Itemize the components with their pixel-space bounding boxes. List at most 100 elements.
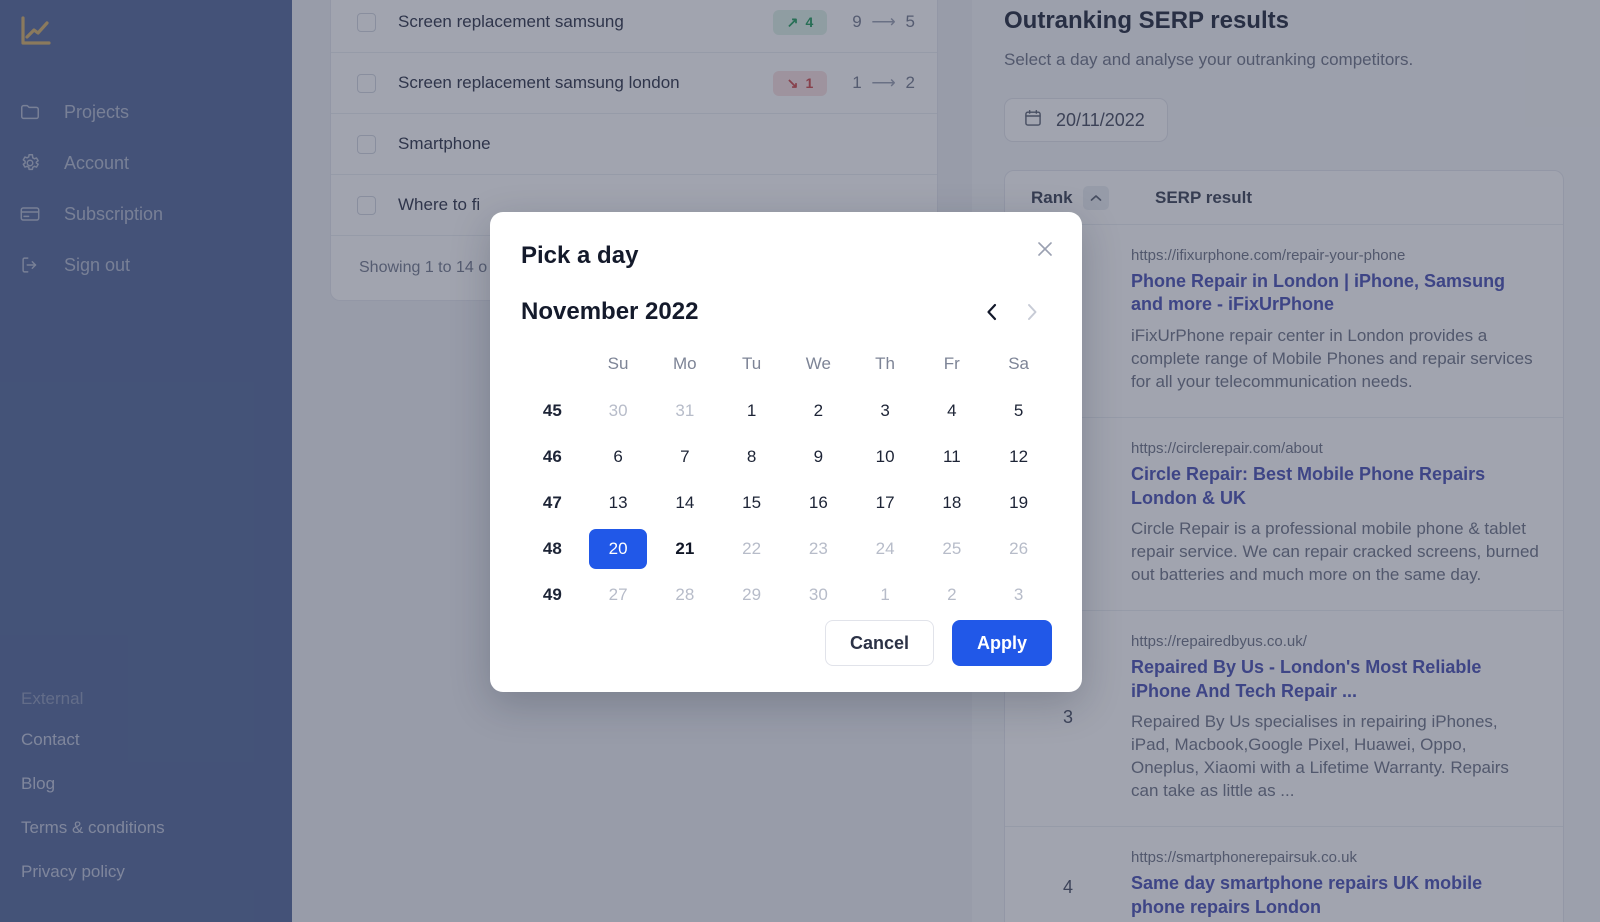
day-label: 3: [1013, 585, 1024, 604]
calendar-day[interactable]: 16: [785, 480, 852, 526]
day-label: 5: [1013, 401, 1024, 420]
day-label: 1: [746, 401, 757, 420]
calendar-header: November 2022: [520, 296, 1052, 328]
weekday-header: Su: [607, 354, 629, 373]
day-label: 22: [742, 539, 762, 558]
weeknum-header: [520, 344, 585, 388]
calendar-grid: Su Mo Tu We Th Fr Sa 45 30 31 1 2 3 4 5 …: [520, 344, 1052, 618]
calendar-day[interactable]: 30: [585, 388, 652, 434]
calendar-week-row: 46 6 7 8 9 10 11 12: [520, 434, 1052, 480]
week-number: 46: [542, 447, 562, 466]
calendar-day[interactable]: 22: [718, 526, 785, 572]
modal-title: Pick a day: [521, 242, 639, 269]
day-label: 16: [808, 493, 828, 512]
calendar-day[interactable]: 12: [985, 434, 1052, 480]
day-label: 23: [808, 539, 828, 558]
calendar-day[interactable]: 8: [718, 434, 785, 480]
calendar-week-row: 47 13 14 15 16 17 18 19: [520, 480, 1052, 526]
calendar-day[interactable]: 1: [718, 388, 785, 434]
weekday-header: We: [805, 354, 831, 373]
calendar-day[interactable]: 13: [585, 480, 652, 526]
app-root: Projects Account Subscription Sign out E…: [0, 0, 1600, 922]
calendar-day[interactable]: 28: [651, 572, 718, 618]
calendar-day[interactable]: 2: [785, 388, 852, 434]
day-label: 30: [808, 585, 828, 604]
calendar-month-label: November 2022: [521, 298, 699, 325]
week-number: 49: [542, 585, 562, 604]
calendar-day[interactable]: 19: [985, 480, 1052, 526]
day-label: 31: [675, 401, 695, 420]
day-label: 15: [742, 493, 762, 512]
day-label: 7: [680, 447, 690, 466]
calendar-day[interactable]: 4: [918, 388, 985, 434]
calendar-day[interactable]: 29: [718, 572, 785, 618]
weekday-header: Th: [875, 354, 895, 373]
calendar-day[interactable]: 3: [852, 388, 919, 434]
calendar-day[interactable]: 9: [785, 434, 852, 480]
day-label: 29: [742, 585, 762, 604]
calendar-day[interactable]: 27: [585, 572, 652, 618]
day-label: 26: [1009, 539, 1029, 558]
day-label: 28: [675, 585, 695, 604]
day-label: 2: [813, 401, 824, 420]
calendar-day[interactable]: 31: [651, 388, 718, 434]
day-label: 19: [1009, 493, 1029, 512]
week-number: 45: [542, 401, 562, 420]
day-label: 8: [746, 447, 757, 466]
chevron-left-icon[interactable]: [972, 296, 1012, 328]
day-label: 25: [942, 539, 962, 558]
calendar-day[interactable]: 2: [918, 572, 985, 618]
day-label: 20: [589, 529, 648, 569]
week-number: 48: [542, 539, 562, 558]
calendar-week-row: 49 27 28 29 30 1 2 3: [520, 572, 1052, 618]
calendar-day[interactable]: 5: [985, 388, 1052, 434]
weekday-header: Tu: [741, 354, 762, 373]
cancel-button[interactable]: Cancel: [824, 620, 934, 666]
calendar-day[interactable]: 18: [918, 480, 985, 526]
close-icon[interactable]: [1030, 234, 1060, 264]
week-number: 47: [542, 493, 562, 512]
pick-a-day-modal: Pick a day November 2022 Su Mo Tu We Th …: [490, 212, 1082, 692]
calendar-day[interactable]: 30: [785, 572, 852, 618]
calendar-day[interactable]: 26: [985, 526, 1052, 572]
day-label: 24: [875, 539, 895, 558]
calendar-day[interactable]: 3: [985, 572, 1052, 618]
calendar-day[interactable]: 6: [585, 434, 652, 480]
day-label: 10: [875, 447, 895, 466]
calendar-day[interactable]: 24: [852, 526, 919, 572]
calendar-week-row: 45 30 31 1 2 3 4 5: [520, 388, 1052, 434]
day-label: 21: [675, 539, 695, 558]
day-label: 18: [942, 493, 962, 512]
calendar-day-selected[interactable]: 20: [585, 526, 652, 572]
calendar-day[interactable]: 17: [852, 480, 919, 526]
weekday-header: Fr: [943, 354, 960, 373]
calendar-day[interactable]: 25: [918, 526, 985, 572]
weekday-header: Mo: [673, 354, 697, 373]
calendar-weekday-row: Su Mo Tu We Th Fr Sa: [520, 344, 1052, 388]
calendar-day[interactable]: 1: [852, 572, 919, 618]
calendar-day[interactable]: 23: [785, 526, 852, 572]
day-label: 11: [943, 447, 961, 466]
day-label: 9: [813, 447, 824, 466]
modal-actions: Cancel Apply: [824, 620, 1052, 666]
calendar-day[interactable]: 11: [918, 434, 985, 480]
day-label: 17: [875, 493, 895, 512]
day-label: 12: [1009, 447, 1029, 466]
day-label: 14: [675, 493, 695, 512]
day-label: 3: [880, 401, 890, 420]
chevron-right-icon[interactable]: [1012, 296, 1052, 328]
calendar-week-row: 48 20 21 22 23 24 25 26: [520, 526, 1052, 572]
day-label: 27: [608, 585, 628, 604]
calendar-day[interactable]: 10: [852, 434, 919, 480]
calendar-day[interactable]: 15: [718, 480, 785, 526]
day-label: 13: [608, 493, 628, 512]
day-label: 6: [613, 447, 623, 466]
calendar-day[interactable]: 14: [651, 480, 718, 526]
day-label: 4: [947, 401, 957, 420]
day-label: 1: [880, 585, 890, 604]
day-label: 30: [608, 401, 628, 420]
calendar-day-today[interactable]: 21: [651, 526, 718, 572]
apply-button[interactable]: Apply: [951, 620, 1052, 666]
day-label: 2: [947, 585, 957, 604]
calendar-day[interactable]: 7: [651, 434, 718, 480]
